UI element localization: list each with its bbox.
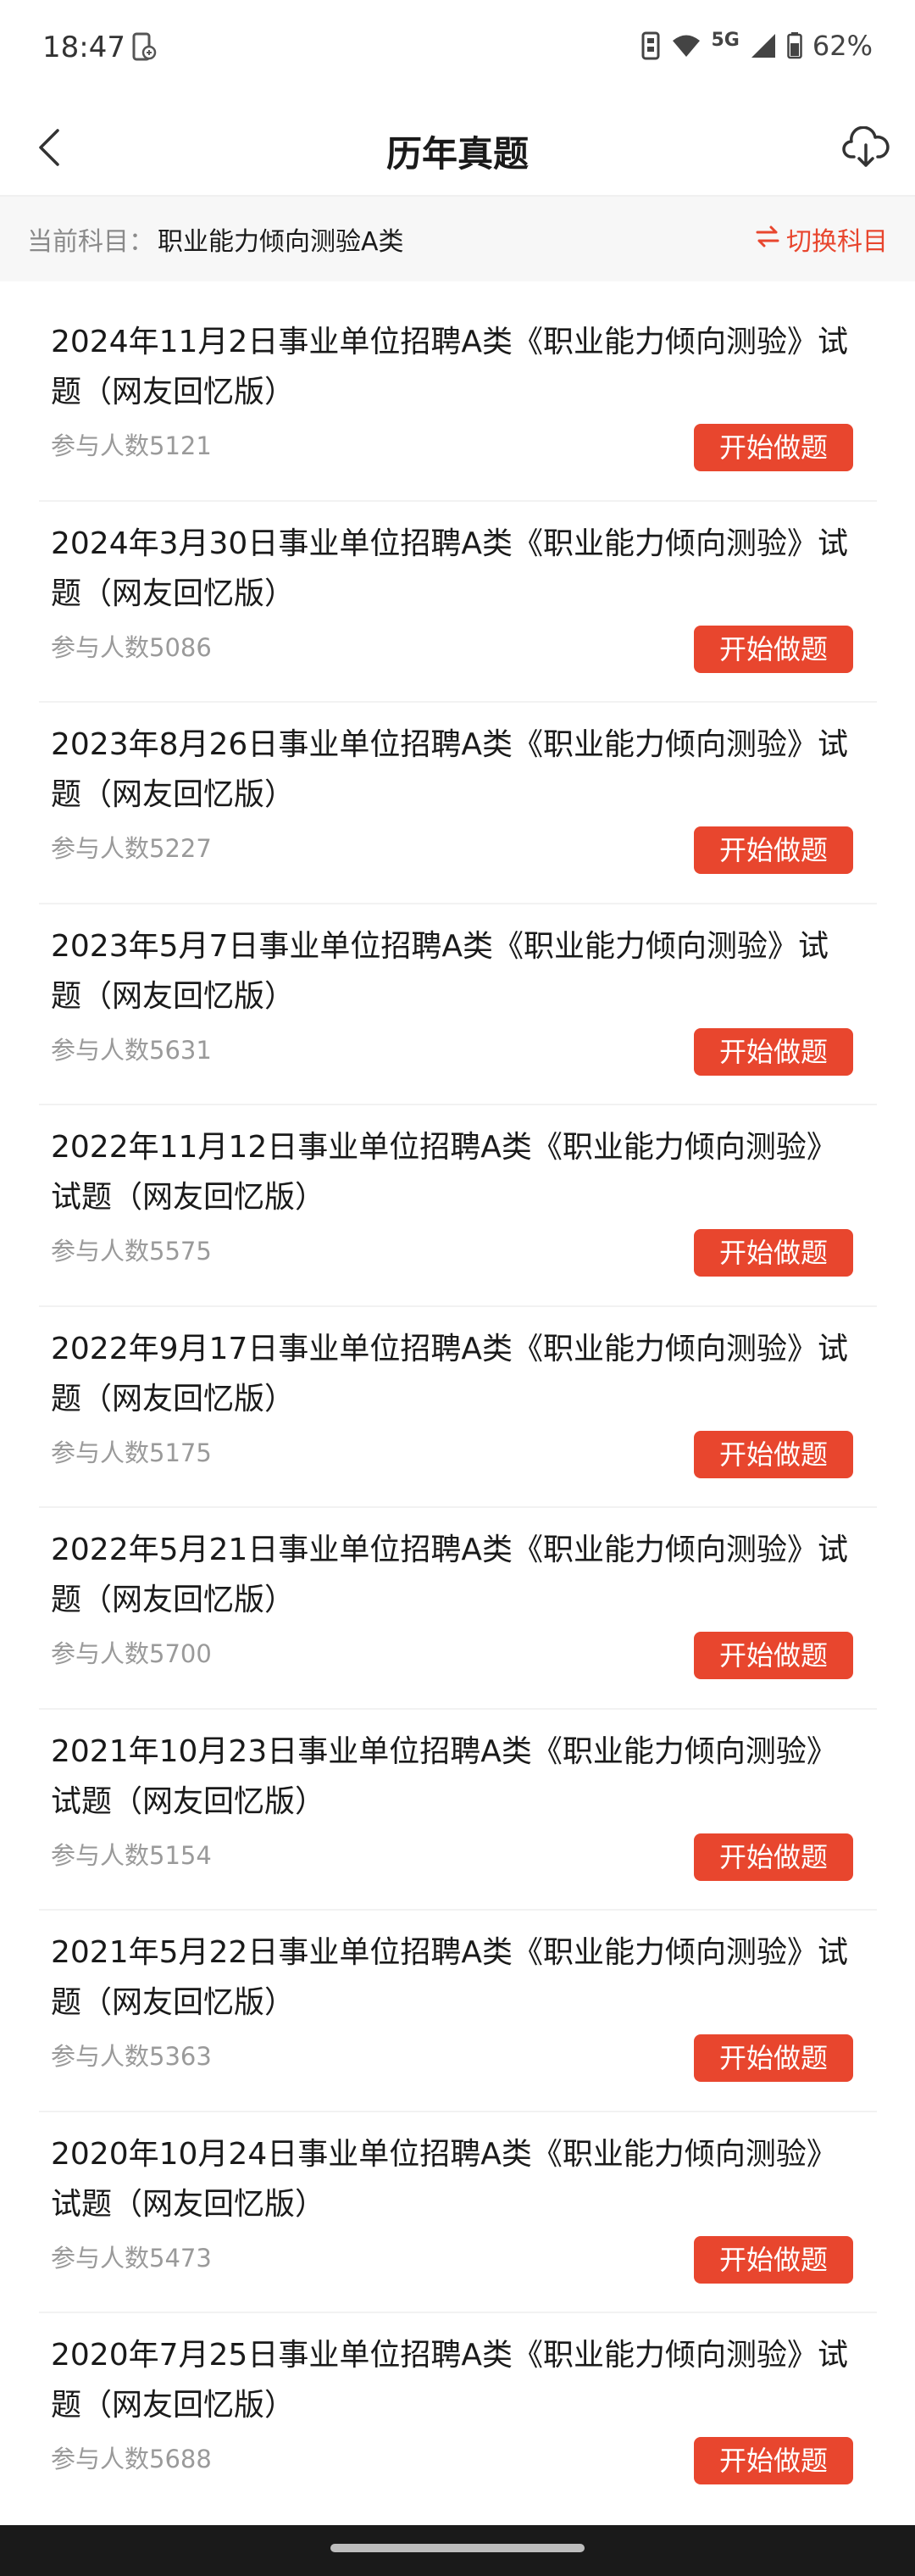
start-practice-button[interactable]: 开始做题 [694, 1229, 853, 1277]
exam-item[interactable]: 2023年8月26日事业单位招聘A类《职业能力倾向测验》试题（网友回忆版） 参与… [39, 703, 877, 904]
participant-count: 参与人数5700 [51, 1639, 212, 1668]
exam-list: 2024年11月2日事业单位招聘A类《职业能力倾向测验》试题（网友回忆版） 参与… [0, 300, 915, 2515]
participant-count: 参与人数5631 [51, 1035, 212, 1065]
vibrate-icon [640, 31, 661, 61]
start-practice-button[interactable]: 开始做题 [694, 625, 853, 673]
exam-item[interactable]: 2022年9月17日事业单位招聘A类《职业能力倾向测验》试题（网友回忆版） 参与… [39, 1307, 877, 1508]
phone-sync-icon [130, 32, 158, 63]
exam-item[interactable]: 2022年5月21日事业单位招聘A类《职业能力倾向测验》试题（网友回忆版） 参与… [39, 1508, 877, 1710]
exam-title: 2022年11月12日事业单位招聘A类《职业能力倾向测验》试题（网友回忆版） [51, 1130, 837, 1215]
battery-level: 62% [812, 30, 873, 62]
wifi-icon [671, 33, 702, 58]
gesture-bar [0, 2525, 915, 2576]
home-indicator[interactable] [330, 2544, 585, 2552]
start-practice-button[interactable]: 开始做题 [694, 2235, 853, 2284]
start-practice-button[interactable]: 开始做题 [694, 1027, 853, 1076]
exam-item[interactable]: 2021年5月22日事业单位招聘A类《职业能力倾向测验》试题（网友回忆版） 参与… [39, 1911, 877, 2112]
exam-item[interactable]: 2020年7月25日事业单位招聘A类《职业能力倾向测验》试题（网友回忆版） 参与… [39, 2313, 877, 2515]
nav-bar: 历年真题 [0, 102, 915, 197]
start-practice-button[interactable]: 开始做题 [694, 2034, 853, 2082]
battery-icon [787, 32, 802, 59]
participant-count: 参与人数5121 [51, 431, 212, 460]
exam-item[interactable]: 2023年5月7日事业单位招聘A类《职业能力倾向测验》试题（网友回忆版） 参与人… [39, 904, 877, 1105]
exam-title: 2024年3月30日事业单位招聘A类《职业能力倾向测验》试题（网友回忆版） [51, 526, 848, 611]
status-bar: 18:47 5G 62% [0, 0, 915, 102]
exam-item[interactable]: 2022年11月12日事业单位招聘A类《职业能力倾向测验》试题（网友回忆版） 参… [39, 1105, 877, 1307]
page-title: 历年真题 [385, 133, 529, 175]
download-button[interactable] [839, 122, 893, 176]
subject-label: 当前科目： [27, 227, 154, 257]
participant-count: 参与人数5575 [51, 1237, 212, 1266]
start-practice-button[interactable]: 开始做题 [694, 424, 853, 471]
exam-item[interactable]: 2024年11月2日事业单位招聘A类《职业能力倾向测验》试题（网友回忆版） 参与… [39, 300, 877, 502]
switch-subject-button[interactable]: 切换科目 [756, 220, 888, 258]
participant-count: 参与人数5227 [51, 834, 212, 863]
participant-count: 参与人数5175 [51, 1438, 212, 1467]
subject-value: 职业能力倾向测验A类 [158, 227, 404, 257]
exam-title: 2021年10月23日事业单位招聘A类《职业能力倾向测验》试题（网友回忆版） [51, 1733, 837, 1819]
start-practice-button[interactable]: 开始做题 [694, 1833, 853, 1881]
start-practice-button[interactable]: 开始做题 [694, 2437, 853, 2484]
exam-item[interactable]: 2024年3月30日事业单位招聘A类《职业能力倾向测验》试题（网友回忆版） 参与… [39, 502, 877, 703]
switch-subject-label: 切换科目 [786, 227, 888, 257]
exam-title: 2022年9月17日事业单位招聘A类《职业能力倾向测验》试题（网友回忆版） [51, 1331, 848, 1416]
start-practice-button[interactable]: 开始做题 [694, 1430, 853, 1478]
exam-title: 2020年7月25日事业单位招聘A类《职业能力倾向测验》试题（网友回忆版） [51, 2338, 848, 2423]
exam-title: 2023年8月26日事业单位招聘A类《职业能力倾向测验》试题（网友回忆版） [51, 727, 848, 812]
status-indicators: 5G 62% [640, 29, 873, 63]
participant-count: 参与人数5688 [51, 2445, 212, 2473]
exam-title: 2024年11月2日事业单位招聘A类《职业能力倾向测验》试题（网友回忆版） [51, 325, 848, 409]
participant-count: 参与人数5363 [51, 2042, 212, 2071]
cloud-download-icon [842, 125, 890, 172]
start-practice-button[interactable]: 开始做题 [694, 1632, 853, 1679]
subject-bar: 当前科目： 职业能力倾向测验A类 切换科目 [0, 197, 915, 281]
exam-title: 2022年5月21日事业单位招聘A类《职业能力倾向测验》试题（网友回忆版） [51, 1533, 848, 1617]
swap-arrows-icon [756, 225, 779, 254]
current-subject: 当前科目： 职业能力倾向测验A类 [27, 220, 404, 258]
participant-count: 参与人数5154 [51, 1840, 212, 1870]
exam-title: 2021年5月22日事业单位招聘A类《职业能力倾向测验》试题（网友回忆版） [51, 1935, 848, 2020]
network-type: 5G [711, 29, 740, 51]
exam-item[interactable]: 2021年10月23日事业单位招聘A类《职业能力倾向测验》试题（网友回忆版） 参… [39, 1710, 877, 1911]
signal-icon [750, 32, 777, 59]
exam-item[interactable]: 2020年10月24日事业单位招聘A类《职业能力倾向测验》试题（网友回忆版） 参… [39, 2112, 877, 2313]
exam-title: 2020年10月24日事业单位招聘A类《职业能力倾向测验》试题（网友回忆版） [51, 2136, 837, 2222]
participant-count: 参与人数5473 [51, 2243, 212, 2273]
status-time: 18:47 [42, 31, 125, 64]
participant-count: 参与人数5086 [51, 632, 212, 662]
exam-title: 2023年5月7日事业单位招聘A类《职业能力倾向测验》试题（网友回忆版） [51, 928, 829, 1014]
start-practice-button[interactable]: 开始做题 [694, 826, 853, 874]
